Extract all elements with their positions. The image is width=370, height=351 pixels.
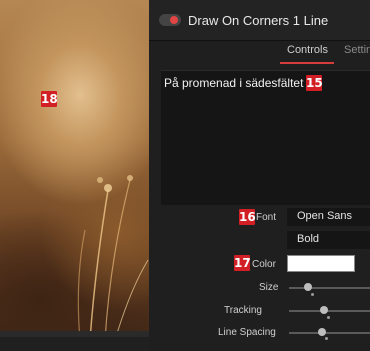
font-label: Font — [256, 212, 277, 223]
size-label: Size — [259, 282, 279, 293]
marker-badge-17: 17 — [234, 255, 251, 271]
text-value: På promenad i sädesfältet — [164, 76, 304, 90]
line-spacing-slider-track[interactable] — [289, 332, 370, 334]
tracking-slider-knob[interactable] — [320, 306, 328, 314]
marker-badge-18: 18 — [41, 91, 58, 107]
size-default-marker — [311, 293, 314, 296]
font-family-select[interactable]: Open Sans — [287, 208, 370, 226]
tab-controls[interactable]: Controls — [287, 44, 328, 56]
video-preview: 18 — [0, 0, 149, 351]
text-input[interactable]: På promenad i sädesfältet 15 — [161, 70, 370, 205]
inspector-tabs: Controls Settings — [149, 40, 370, 64]
marker-badge-15: 15 — [306, 75, 323, 91]
tracking-slider-track[interactable] — [289, 310, 370, 312]
size-slider-track[interactable] — [289, 287, 370, 289]
line-spacing-label: Line Spacing — [218, 327, 276, 338]
size-slider-knob[interactable] — [304, 283, 312, 291]
inspector-header: Draw On Corners 1 Line — [149, 0, 370, 41]
font-style-select[interactable]: Bold — [287, 231, 370, 249]
tracking-default-marker — [327, 316, 330, 319]
line-spacing-slider-knob[interactable] — [318, 328, 326, 336]
preview-bottom-bar — [0, 337, 149, 351]
tab-settings[interactable]: Settings — [344, 44, 370, 56]
active-tab-indicator — [280, 62, 334, 64]
grass-stalks — [77, 175, 149, 340]
inspector-panel: Draw On Corners 1 Line Controls Settings… — [149, 0, 370, 351]
effect-title: Draw On Corners 1 Line — [188, 13, 329, 28]
color-swatch[interactable] — [287, 255, 355, 272]
marker-badge-16: 16 — [239, 209, 256, 225]
enable-toggle[interactable] — [159, 14, 181, 26]
color-label: Color — [252, 259, 276, 270]
line-spacing-default-marker — [325, 337, 328, 340]
tracking-label: Tracking — [224, 305, 262, 316]
